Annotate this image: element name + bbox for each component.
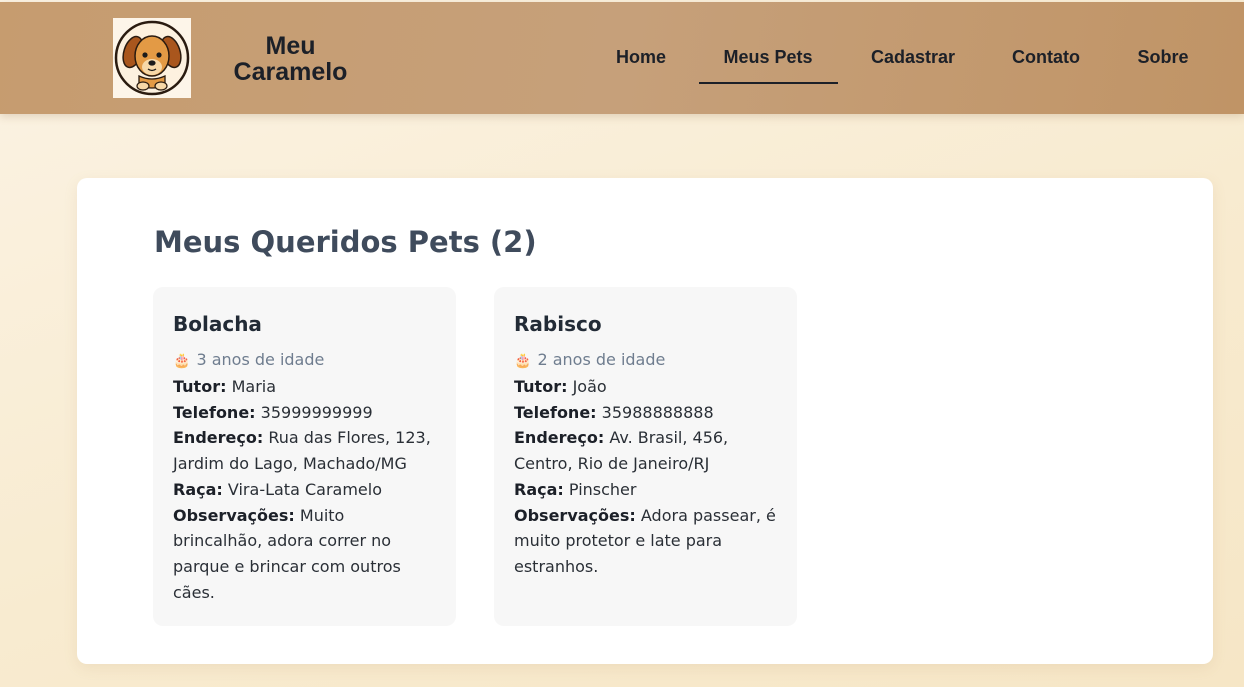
tutor-label: Tutor:: [173, 377, 227, 396]
brand-line-1: Meu: [265, 32, 316, 60]
pet-age: 🎂 2 anos de idade: [514, 347, 777, 374]
pet-age-text: 2 anos de idade: [537, 350, 666, 369]
cake-icon: 🎂: [173, 353, 191, 369]
pet-notes: Observações: Muito brincalhão, adora cor…: [173, 503, 436, 606]
brand-name[interactable]: Meu Caramelo: [218, 33, 363, 85]
site-header: Meu Caramelo Home Meus Pets Cadastrar Co…: [0, 2, 1244, 114]
active-nav-indicator: [699, 82, 838, 84]
address-label: Endereço:: [514, 428, 605, 448]
pet-age-text: 3 anos de idade: [196, 350, 325, 369]
nav-contato[interactable]: Contato: [1003, 46, 1089, 68]
pet-phone: Telefone: 35999999999: [173, 400, 436, 426]
pet-address: Endereço: Rua das Flores, 123, Jardim do…: [173, 425, 436, 476]
brand-line-2: Caramelo: [233, 58, 348, 86]
nav-sobre[interactable]: Sobre: [1127, 46, 1199, 68]
tutor-value: Maria: [231, 377, 277, 396]
phone-label: Telefone:: [173, 402, 256, 422]
tutor-value: João: [572, 377, 607, 396]
nav-cadastrar[interactable]: Cadastrar: [862, 46, 964, 68]
breed-value: Pinscher: [568, 479, 637, 499]
tutor-label: Tutor:: [514, 377, 568, 396]
breed-label: Raça:: [173, 479, 223, 499]
nav-home[interactable]: Home: [605, 46, 677, 68]
notes-label: Observações:: [514, 505, 636, 525]
pet-breed: Raça: Pinscher: [514, 477, 777, 503]
nav-meus-pets[interactable]: Meus Pets: [713, 46, 823, 68]
address-label: Endereço:: [173, 428, 264, 448]
breed-label: Raça:: [514, 479, 564, 499]
page-title: Meus Queridos Pets (2): [154, 225, 537, 259]
phone-label: Telefone:: [514, 402, 597, 422]
pet-age: 🎂 3 anos de idade: [173, 347, 436, 374]
notes-label: Observações:: [173, 505, 295, 525]
pet-phone: Telefone: 35988888888: [514, 400, 777, 426]
phone-value: 35999999999: [260, 402, 373, 422]
pet-notes: Observações: Adora passear, é muito prot…: [514, 503, 777, 580]
cake-icon: 🎂: [514, 353, 532, 369]
pet-card[interactable]: Bolacha 🎂 3 anos de idade Tutor: Maria Te…: [153, 287, 456, 626]
pet-name: Rabisco: [514, 312, 602, 336]
breed-value: Vira-Lata Caramelo: [227, 479, 382, 499]
pet-tutor: Tutor: Maria: [173, 374, 436, 400]
pet-card[interactable]: Rabisco 🎂 2 anos de idade Tutor: João Tel…: [494, 287, 797, 626]
pet-breed: Raça: Vira-Lata Caramelo: [173, 477, 436, 503]
pet-tutor: Tutor: João: [514, 374, 777, 400]
dog-face-icon: [114, 20, 190, 96]
logo[interactable]: [113, 18, 191, 98]
pet-name: Bolacha: [173, 312, 262, 336]
pet-address: Endereço: Av. Brasil, 456, Centro, Rio d…: [514, 425, 777, 476]
phone-value: 35988888888: [601, 402, 714, 422]
